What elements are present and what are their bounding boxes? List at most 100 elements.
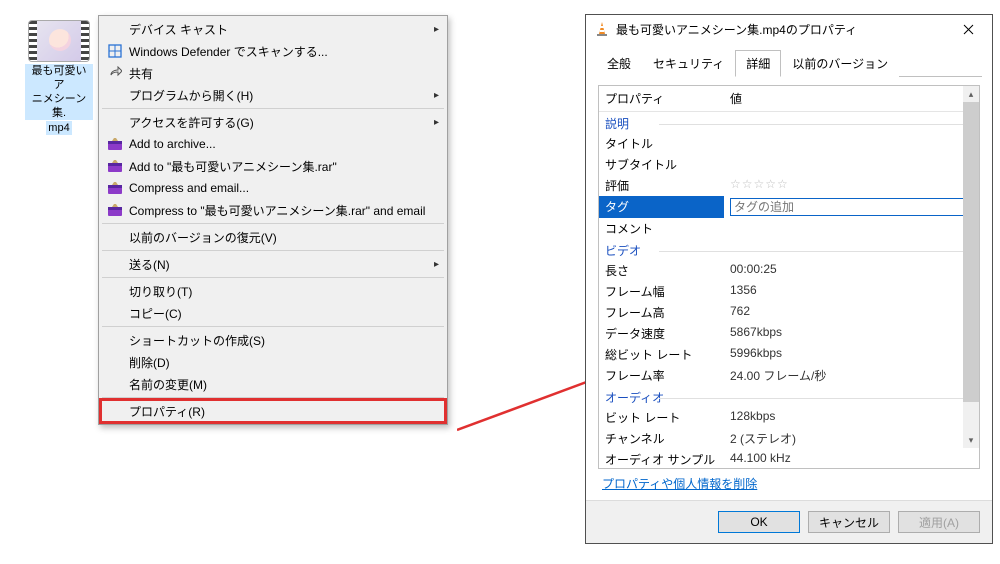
row-channels-value[interactable]: 2 (ステレオ) [724,428,979,449]
row-data-rate-label[interactable]: データ速度 [599,323,724,344]
menu-separator [102,223,444,224]
menu-add-to-archive[interactable]: Add to archive... [101,133,445,155]
menu-separator [102,108,444,109]
vlc-icon [594,21,610,37]
menu-share[interactable]: 共有 [101,62,445,84]
dialog-tabs: 全般 セキュリティ 詳細 以前のバージョン [586,43,992,76]
remove-properties-link[interactable]: プロパティや個人情報を削除 [586,473,992,498]
winrar-icon [105,157,125,175]
submenu-arrow-icon: ▸ [434,259,439,270]
row-title-label[interactable]: タイトル [599,133,724,154]
spacer-icon [105,353,125,371]
menu-add-to-rar[interactable]: Add to "最も可愛いアニメシーン集.rar" [101,155,445,177]
apply-button[interactable]: 適用(A) [898,511,980,533]
menu-compress-to-email[interactable]: Compress to "最も可愛いアニメシーン集.rar" and email [101,199,445,221]
close-icon [963,24,974,35]
tab-previous-versions[interactable]: 以前のバージョン [781,50,899,77]
section-audio: オーディオ [599,386,979,407]
properties-dialog: 最も可愛いアニメシーン集.mp4のプロパティ 全般 セキュリティ 詳細 以前のバ… [585,14,993,544]
section-description: 説明 [599,112,979,133]
winrar-icon [105,135,125,153]
row-length-label[interactable]: 長さ [599,260,724,281]
spacer-icon [105,304,125,322]
row-total-bitrate-label[interactable]: 総ビット レート [599,344,724,365]
row-tag-value[interactable] [724,196,979,218]
menu-separator [102,397,444,398]
spacer-icon [105,402,125,420]
row-frame-height-value[interactable]: 762 [724,302,979,323]
scrollbar-thumb[interactable] [963,102,979,402]
file-name-line1: 最も可愛いア [25,64,93,92]
menu-restore-previous[interactable]: 以前のバージョンの復元(V) [101,226,445,248]
scrollbar[interactable]: ▴ ▾ [963,86,979,448]
row-frame-width-label[interactable]: フレーム幅 [599,281,724,302]
spacer-icon [105,375,125,393]
file-name-line3: mp4 [46,121,71,135]
row-sample-rate-value[interactable]: 44.100 kHz [724,449,979,469]
row-data-rate-value[interactable]: 5867kbps [724,323,979,344]
menu-copy[interactable]: コピー(C) [101,302,445,324]
share-icon [105,64,125,82]
menu-cut[interactable]: 切り取り(T) [101,280,445,302]
video-thumbnail [28,20,90,62]
section-video: ビデオ [599,239,979,260]
submenu-arrow-icon: ▸ [434,90,439,101]
menu-rename[interactable]: 名前の変更(M) [101,373,445,395]
dialog-title: 最も可愛いアニメシーン集.mp4のプロパティ [616,21,857,38]
tab-details[interactable]: 詳細 [735,50,781,77]
tag-input[interactable] [730,198,966,216]
row-sample-rate-label[interactable]: オーディオ サンプル レート [599,449,724,469]
header-property: プロパティ [599,86,724,112]
submenu-arrow-icon: ▸ [434,117,439,128]
ok-button[interactable]: OK [718,511,800,533]
dialog-titlebar[interactable]: 最も可愛いアニメシーン集.mp4のプロパティ [586,15,992,43]
menu-delete[interactable]: 削除(D) [101,351,445,373]
submenu-arrow-icon: ▸ [434,24,439,35]
close-button[interactable] [948,15,988,43]
menu-separator [102,277,444,278]
header-value: 値 [724,86,979,112]
menu-defender-scan[interactable]: Windows Defender でスキャンする... [101,40,445,62]
tab-general[interactable]: 全般 [596,50,642,77]
row-comment-label[interactable]: コメント [599,218,724,239]
spacer-icon [105,228,125,246]
details-property-grid: プロパティ 値 説明 タイトル サブタイトル 評価 ☆☆☆☆☆ タグ コメント … [598,85,980,469]
menu-compress-email[interactable]: Compress and email... [101,177,445,199]
row-rating-value[interactable]: ☆☆☆☆☆ [724,175,979,196]
menu-properties[interactable]: プロパティ(R) [101,400,445,422]
video-file-icon[interactable]: 最も可愛いア ニメシーン集. mp4 [25,20,93,135]
row-bitrate-label[interactable]: ビット レート [599,407,724,428]
spacer-icon [105,20,125,38]
winrar-icon [105,201,125,219]
menu-open-with[interactable]: プログラムから開く(H) ▸ [101,84,445,106]
menu-send-to[interactable]: 送る(N) ▸ [101,253,445,275]
row-length-value[interactable]: 00:00:25 [724,260,979,281]
cancel-button[interactable]: キャンセル [808,511,890,533]
shield-icon [105,42,125,60]
menu-device-cast[interactable]: デバイス キャスト ▸ [101,18,445,40]
rating-stars-icon: ☆☆☆☆☆ [730,177,789,191]
row-frame-height-label[interactable]: フレーム高 [599,302,724,323]
menu-create-shortcut[interactable]: ショートカットの作成(S) [101,329,445,351]
row-frame-rate-label[interactable]: フレーム率 [599,365,724,386]
row-channels-label[interactable]: チャンネル [599,428,724,449]
spacer-icon [105,113,125,131]
tab-security[interactable]: セキュリティ [642,50,735,77]
menu-separator [102,326,444,327]
row-frame-rate-value[interactable]: 24.00 フレーム/秒 [724,365,979,386]
dialog-button-row: OK キャンセル 適用(A) [586,500,992,543]
winrar-icon [105,179,125,197]
menu-separator [102,250,444,251]
row-subtitle-label[interactable]: サブタイトル [599,154,724,175]
file-name-line2: ニメシーン集. [25,92,93,120]
row-frame-width-value[interactable]: 1356 [724,281,979,302]
spacer-icon [105,86,125,104]
scroll-down-button[interactable]: ▾ [963,432,979,448]
spacer-icon [105,331,125,349]
menu-give-access[interactable]: アクセスを許可する(G) ▸ [101,111,445,133]
row-bitrate-value[interactable]: 128kbps [724,407,979,428]
row-total-bitrate-value[interactable]: 5996kbps [724,344,979,365]
scroll-up-button[interactable]: ▴ [963,86,979,102]
context-menu: デバイス キャスト ▸ Windows Defender でスキャンする... … [98,15,448,425]
row-rating-label[interactable]: 評価 [599,175,724,196]
